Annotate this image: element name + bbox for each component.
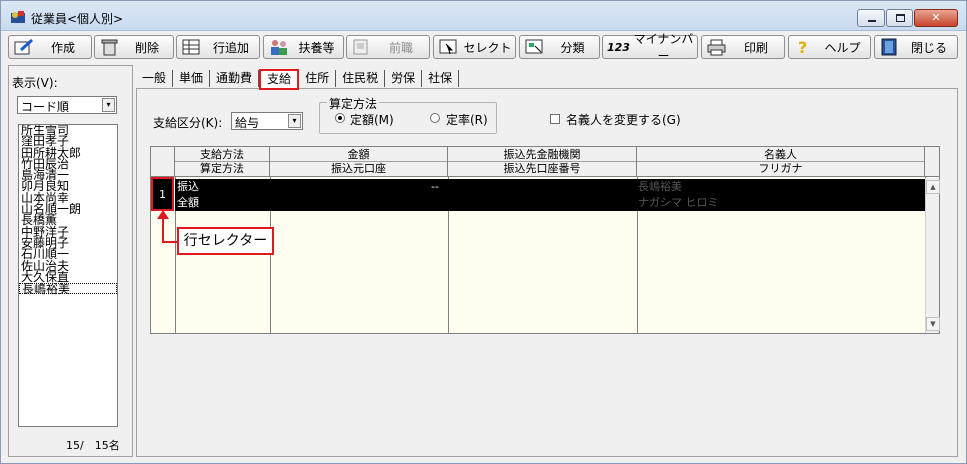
table-row[interactable]: 振込 -- 長嶋裕美 [175, 179, 925, 195]
close-door-icon [881, 38, 897, 56]
employee-count: 15/ 15名 [66, 439, 120, 452]
radio-fixed-amount[interactable] [335, 113, 345, 123]
radio-rate-label: 定率(R) [446, 113, 488, 127]
create-button[interactable]: 作成 [8, 35, 92, 59]
previous-job-button[interactable]: 前職 [346, 35, 430, 59]
window-title: 従業員<個人別> [31, 12, 124, 26]
my-number-button[interactable]: 123 マイナンバー [602, 32, 698, 63]
svg-text:?: ? [798, 38, 807, 56]
previous-job-icon [353, 39, 368, 55]
dependents-button[interactable]: 扶養等 [263, 35, 344, 59]
tab-0[interactable]: 一般 [136, 70, 174, 87]
tab-4[interactable]: 住所 [299, 70, 337, 87]
add-row-icon [182, 39, 200, 55]
grid-header-holder: 名義人 フリガナ [637, 147, 925, 177]
grid-scrollbar[interactable]: ▲ ▼ [925, 178, 940, 333]
arrow-up-icon [157, 210, 169, 219]
toolbar: 作成 削除 行追加 扶養等 前職 セレクト 分類 123 マイナンバー 印刷 ?… [1, 32, 966, 63]
payment-type-label: 支給区分(K): [153, 116, 223, 130]
cell-kana[interactable]: ナガシマ ヒロミ [638, 195, 719, 211]
grid-header-bank: 振込先金融機関 振込先口座番号 [448, 147, 637, 177]
close-window-button[interactable]: ✕ [914, 9, 958, 27]
print-button[interactable]: 印刷 [701, 35, 785, 59]
tab-bar: 一般 単価 通勤費 支給 住所 住民税 労保 社保 [136, 69, 460, 90]
calc-method-title: 算定方法 [327, 95, 380, 112]
cell-method[interactable]: 振込 [177, 179, 199, 195]
maximize-icon [896, 14, 905, 22]
chevron-down-icon[interactable]: ▾ [288, 114, 301, 128]
employee-list[interactable]: 所生雪司 窪田孝子 田所耕太郎 竹田辰治 島海清一 卯月良知 山本尚幸 山名順一朗 長橋薫 中野洋… [18, 124, 118, 427]
display-label: 表示(V): [12, 76, 58, 90]
radio-fixed-label: 定額(M) [350, 113, 394, 127]
classify-icon [525, 39, 543, 54]
change-holder-checkbox[interactable] [550, 114, 560, 124]
my-number-icon: 123 [607, 40, 630, 54]
sort-order-select[interactable]: コード順 ▾ [17, 96, 117, 114]
add-row-button[interactable]: 行追加 [176, 35, 260, 59]
tab-7[interactable]: 社保 [422, 70, 460, 87]
select-button[interactable]: セレクト [433, 35, 516, 59]
payment-type-select[interactable]: 給与 ▾ [231, 112, 303, 130]
cell-holder[interactable]: 長嶋裕美 [638, 179, 682, 195]
tab-2[interactable]: 通勤費 [210, 70, 260, 87]
callout-arrow-line [162, 241, 177, 243]
radio-fixed-rate[interactable] [430, 113, 440, 123]
callout-arrow-line [162, 215, 164, 243]
trash-icon [101, 39, 118, 56]
sort-order-value: コード順 [21, 100, 70, 114]
table-row[interactable]: 全額 ナガシマ ヒロミ [175, 195, 925, 211]
cell-amount[interactable]: -- [431, 179, 439, 195]
minimize-button[interactable] [857, 9, 885, 27]
create-icon [14, 38, 34, 55]
classify-button[interactable]: 分類 [519, 35, 600, 59]
list-item[interactable]: 長嶋裕美 [19, 283, 117, 295]
help-button[interactable]: ? ヘルプ [788, 35, 871, 59]
payment-type-value: 給与 [235, 116, 260, 130]
tab-3[interactable]: 支給 [259, 69, 300, 90]
app-icon [11, 11, 25, 23]
people-icon [271, 40, 287, 55]
chevron-down-icon[interactable]: ▾ [102, 98, 115, 112]
grid-corner-header [151, 147, 175, 177]
printer-icon [707, 39, 726, 56]
grid-header-amount: 金額 振込元口座 [270, 147, 448, 177]
help-icon: ? [798, 38, 807, 56]
row-selector-callout: 行セレクター [177, 227, 274, 255]
tab-1[interactable]: 単価 [173, 70, 211, 87]
tab-6[interactable]: 労保 [385, 70, 423, 87]
select-icon [439, 39, 457, 55]
close-icon: ✕ [931, 11, 941, 24]
scroll-down-icon[interactable]: ▼ [926, 317, 940, 331]
delete-button[interactable]: 削除 [94, 35, 174, 59]
close-button[interactable]: 閉じる [874, 35, 958, 59]
grid-header-method: 支給方法 算定方法 [175, 147, 270, 177]
tab-5[interactable]: 住民税 [336, 70, 386, 87]
cell-calc[interactable]: 全額 [177, 195, 199, 211]
title-bar: 従業員<個人別> ✕ [1, 1, 966, 31]
employee-window: 従業員<個人別> ✕ 作成 削除 行追加 扶養等 前職 セレクト 分類 123 … [0, 0, 967, 464]
grid-header-filler [925, 147, 939, 177]
maximize-button[interactable] [886, 9, 913, 27]
row-selector[interactable]: 1 [151, 177, 174, 211]
change-holder-label: 名義人を変更する(G) [566, 113, 681, 127]
scroll-up-icon[interactable]: ▲ [926, 180, 940, 194]
minimize-icon [868, 20, 876, 22]
